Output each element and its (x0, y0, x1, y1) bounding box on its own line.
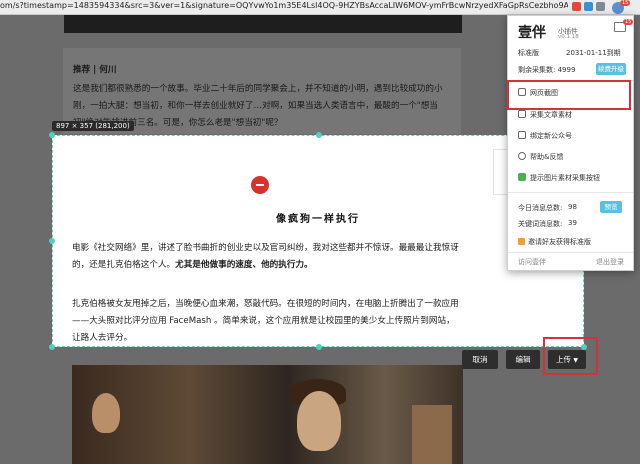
notification-badge: 15 (620, 0, 631, 6)
cancel-button[interactable]: 取消 (462, 350, 498, 369)
resize-handle[interactable] (49, 132, 55, 138)
article-paragraph-2: 扎克伯格被女友甩掉之后，当晚便心血来潮，怒敲代码。在很短的时间内，在电脑上折腾出… (72, 299, 459, 343)
menu-item-collect-article[interactable]: 采集文章素材 (518, 110, 572, 120)
resize-handle[interactable] (316, 344, 322, 350)
page-top-bar (64, 15, 462, 33)
keyword-messages-label: 关键词消息数: (518, 220, 563, 228)
divider (508, 252, 633, 253)
extension-icon[interactable] (596, 2, 605, 11)
edition-label: 标准版 (518, 49, 539, 57)
article-logo-icon (251, 176, 269, 194)
highlight-box (543, 337, 598, 375)
resize-handle[interactable] (49, 238, 55, 244)
expiry-date: 2031-01-11到期 (566, 49, 621, 57)
gift-icon (518, 238, 525, 245)
article-paragraph-1: 电影《社交网络》里，讲述了脸书曲折的创业史以及官司纠纷，我对这些都并不惊讶。最最… (72, 243, 459, 270)
brand-name: 壹伴 (518, 25, 546, 41)
article-photo (72, 365, 463, 464)
article-title: 像疯狗一样执行 (276, 214, 360, 225)
keyword-messages-value: 39 (568, 219, 577, 227)
popup-badge: 15 (623, 19, 634, 25)
remaining-count: 剩余采集数: 4999 (518, 66, 576, 74)
resize-handle[interactable] (49, 344, 55, 350)
resize-handle[interactable] (316, 132, 322, 138)
menu-item-bind-account[interactable]: 绑定新公众号 (518, 131, 572, 141)
address-bar[interactable]: om/s?timestamp=1483594334&src=3&ver=1&si… (0, 0, 640, 15)
checkbox-checked-icon[interactable] (518, 173, 526, 181)
collect-icon (518, 110, 526, 118)
help-icon (518, 152, 526, 160)
link-icon (518, 131, 526, 139)
url-text[interactable]: om/s?timestamp=1483594334&src=3&ver=1&si… (0, 1, 568, 10)
highlight-box (507, 80, 631, 110)
divider (508, 192, 633, 193)
extension-icon[interactable] (584, 2, 593, 11)
today-messages-label: 今日消息总数: (518, 204, 563, 212)
edit-button[interactable]: 编辑 (506, 350, 540, 369)
upgrade-button[interactable]: 续费升级 (596, 63, 626, 75)
recommend-label: 推荐 | 何川 (73, 65, 117, 75)
photo-person (297, 391, 341, 451)
today-messages-value: 98 (568, 203, 577, 211)
view-button[interactable]: 预览 (600, 201, 622, 213)
extension-icon[interactable] (572, 2, 581, 11)
photo-person (412, 405, 452, 464)
menu-item-image-collect-toggle[interactable]: 提示图片素材采集按钮 (518, 173, 600, 183)
version-label: v0.1.18 (558, 34, 579, 40)
photo-person (92, 393, 120, 433)
logout-link[interactable]: 退出登录 (596, 257, 624, 267)
menu-item-help[interactable]: 帮助&反馈 (518, 152, 563, 162)
visit-yiban-link[interactable]: 访问壹伴 (518, 257, 546, 267)
selection-size-badge: 897 × 357 (281,200) (52, 121, 134, 131)
invite-friends-link[interactable]: 邀请好友获得标准版 (518, 237, 591, 247)
yiban-popup: 壹伴 小插件 v0.1.18 15 标准版 2031-01-11到期 剩余采集数… (507, 15, 634, 271)
